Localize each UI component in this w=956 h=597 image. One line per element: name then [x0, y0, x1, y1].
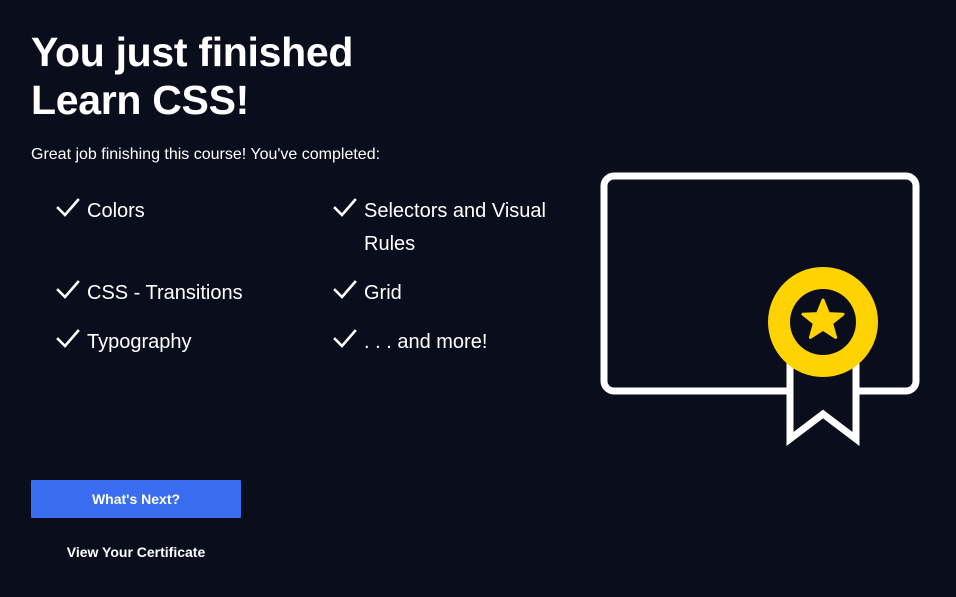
topic-label: . . . and more! — [364, 331, 488, 353]
page-title: You just finished Learn CSS! — [31, 28, 531, 124]
topic-item: Grid — [332, 277, 575, 310]
topic-item: Colors — [55, 195, 332, 261]
check-icon — [56, 280, 80, 299]
topic-item: Typography — [55, 326, 332, 359]
certificate-icon — [600, 172, 920, 447]
topic-label: Typography — [87, 331, 192, 353]
topic-item: CSS - Transitions — [55, 277, 332, 310]
check-icon — [333, 280, 357, 299]
topic-label: CSS - Transitions — [87, 282, 243, 304]
check-icon — [333, 198, 357, 217]
topic-label: Selectors and Visual Rules — [364, 200, 546, 255]
view-certificate-link[interactable]: View Your Certificate — [31, 536, 241, 568]
check-icon — [333, 329, 357, 348]
topic-label: Grid — [364, 282, 402, 304]
check-icon — [56, 198, 80, 217]
star-badge-icon — [768, 267, 878, 377]
topic-label: Colors — [87, 200, 145, 222]
check-icon — [56, 329, 80, 348]
completed-topics-list: Colors Selectors and Visual Rules CSS - … — [55, 195, 575, 359]
topic-item: Selectors and Visual Rules — [332, 195, 575, 261]
whats-next-button[interactable]: What's Next? — [31, 480, 241, 518]
completion-summary: Great job finishing this course! You've … — [31, 146, 381, 163]
title-line-2: Learn CSS! — [31, 77, 249, 123]
topic-item: . . . and more! — [332, 326, 575, 359]
title-line-1: You just finished — [31, 29, 354, 75]
